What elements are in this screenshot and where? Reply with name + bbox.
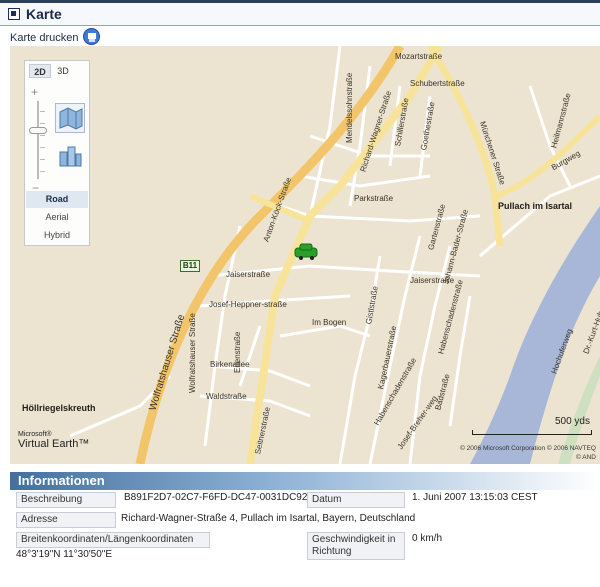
- zoom-tick: [40, 111, 45, 112]
- label-jaiserstrasse-west: Jaiserstraße: [226, 270, 271, 279]
- logo-microsoft: Microsoft®: [18, 431, 52, 438]
- copyright-line-1: © 2006 Microsoft Corporation © 2006 NAVT…: [460, 445, 596, 452]
- label-waldstrasse: Waldstraße: [206, 392, 247, 401]
- map-type-road-button[interactable]: Road: [26, 191, 88, 208]
- map-scale-label: 500 yds: [554, 416, 590, 427]
- map-controls: 2D 3D + − Road Aerial Hybrid: [24, 60, 90, 246]
- view-mode-switch: 2D 3D: [25, 63, 91, 79]
- map-copyright: © 2006 Microsoft Corporation © 2006 NAVT…: [460, 444, 596, 462]
- print-row[interactable]: Karte drucken: [10, 28, 100, 46]
- burgweg-road: [494, 113, 600, 199]
- label-adresse: Adresse: [16, 512, 116, 528]
- label-datum: Datum: [307, 492, 405, 508]
- label-josef-heppner: Josef-Heppner-straße: [209, 300, 287, 309]
- map-view[interactable]: Mozartstraße Schubertstraße Mendelssohns…: [10, 46, 600, 464]
- map-scale-bar: [472, 430, 592, 435]
- value-datum: 1. Juni 2007 13:15:03 CEST: [412, 492, 538, 503]
- copyright-line-2: © AND: [576, 454, 596, 461]
- zoom-tick: [40, 135, 45, 136]
- label-mendelssohnstrasse: Mendelssohnstraße: [345, 72, 354, 143]
- value-koordinaten: 48°3'19"N 11°30'50"E: [16, 549, 113, 560]
- info-section-header: Informationen: [10, 472, 600, 490]
- view-mode-2d-button[interactable]: 2D: [29, 64, 51, 78]
- label-pullach: Pullach im Isartal: [498, 201, 572, 211]
- pullach-text: Pullach im Isartal: [498, 201, 573, 211]
- label-parkstrasse: Parkstraße: [354, 194, 394, 203]
- road-badge-b11: B11: [180, 260, 200, 272]
- zoom-in-icon[interactable]: +: [31, 85, 38, 99]
- value-adresse: Richard-Wagner-Straße 4, Pullach im Isar…: [121, 513, 416, 524]
- label-im-bogen: Im Bogen: [312, 318, 347, 327]
- label-geschwindigkeit: Geschwindigkeit in Richtung: [307, 532, 405, 560]
- label-wolfratshauser-small: Wolfratshauser Straße: [188, 313, 197, 393]
- map-type-hybrid-button[interactable]: Hybrid: [26, 227, 88, 244]
- map-type-aerial-button[interactable]: Aerial: [26, 209, 88, 226]
- printer-icon[interactable]: [83, 28, 100, 45]
- zoom-tick: [40, 171, 45, 172]
- print-map-link[interactable]: Karte drucken: [10, 32, 78, 44]
- label-schubertstrasse: Schubertstraße: [410, 79, 465, 88]
- window-icon: [8, 8, 20, 20]
- zoom-slider-track[interactable]: [37, 101, 39, 179]
- title-bar: Karte: [0, 0, 600, 26]
- birdseye-view-icon[interactable]: [55, 141, 85, 171]
- page-title: Karte: [26, 6, 62, 22]
- map-view-icon[interactable]: [55, 103, 85, 133]
- label-beschreibung: Beschreibung: [16, 492, 116, 508]
- value-beschreibung: B891F2D7-02C7-F6FD-DC47-0031DC92: [124, 492, 308, 503]
- label-koordinaten: Breitenkoordinaten/Längenkoordinaten: [16, 532, 210, 548]
- zoom-slider-thumb[interactable]: [29, 127, 47, 134]
- zoom-tick: [40, 159, 45, 160]
- view-mode-3d-button[interactable]: 3D: [52, 64, 74, 78]
- label-hoellriegelskreuth: Höllriegelskreuth: [22, 403, 96, 413]
- zoom-tick: [40, 147, 45, 148]
- map-canvas: [69, 46, 600, 464]
- info-section-title: Informationen: [18, 473, 105, 488]
- value-geschwindigkeit: 0 km/h: [412, 533, 443, 544]
- zoom-tick: [40, 123, 45, 124]
- label-birkenallee: Birkenallee: [210, 360, 250, 369]
- virtual-earth-logo: Microsoft® Virtual Earth™: [18, 431, 89, 450]
- logo-virtual-earth: Virtual Earth™: [18, 438, 90, 450]
- label-mozartstrasse: Mozartstraße: [395, 52, 443, 61]
